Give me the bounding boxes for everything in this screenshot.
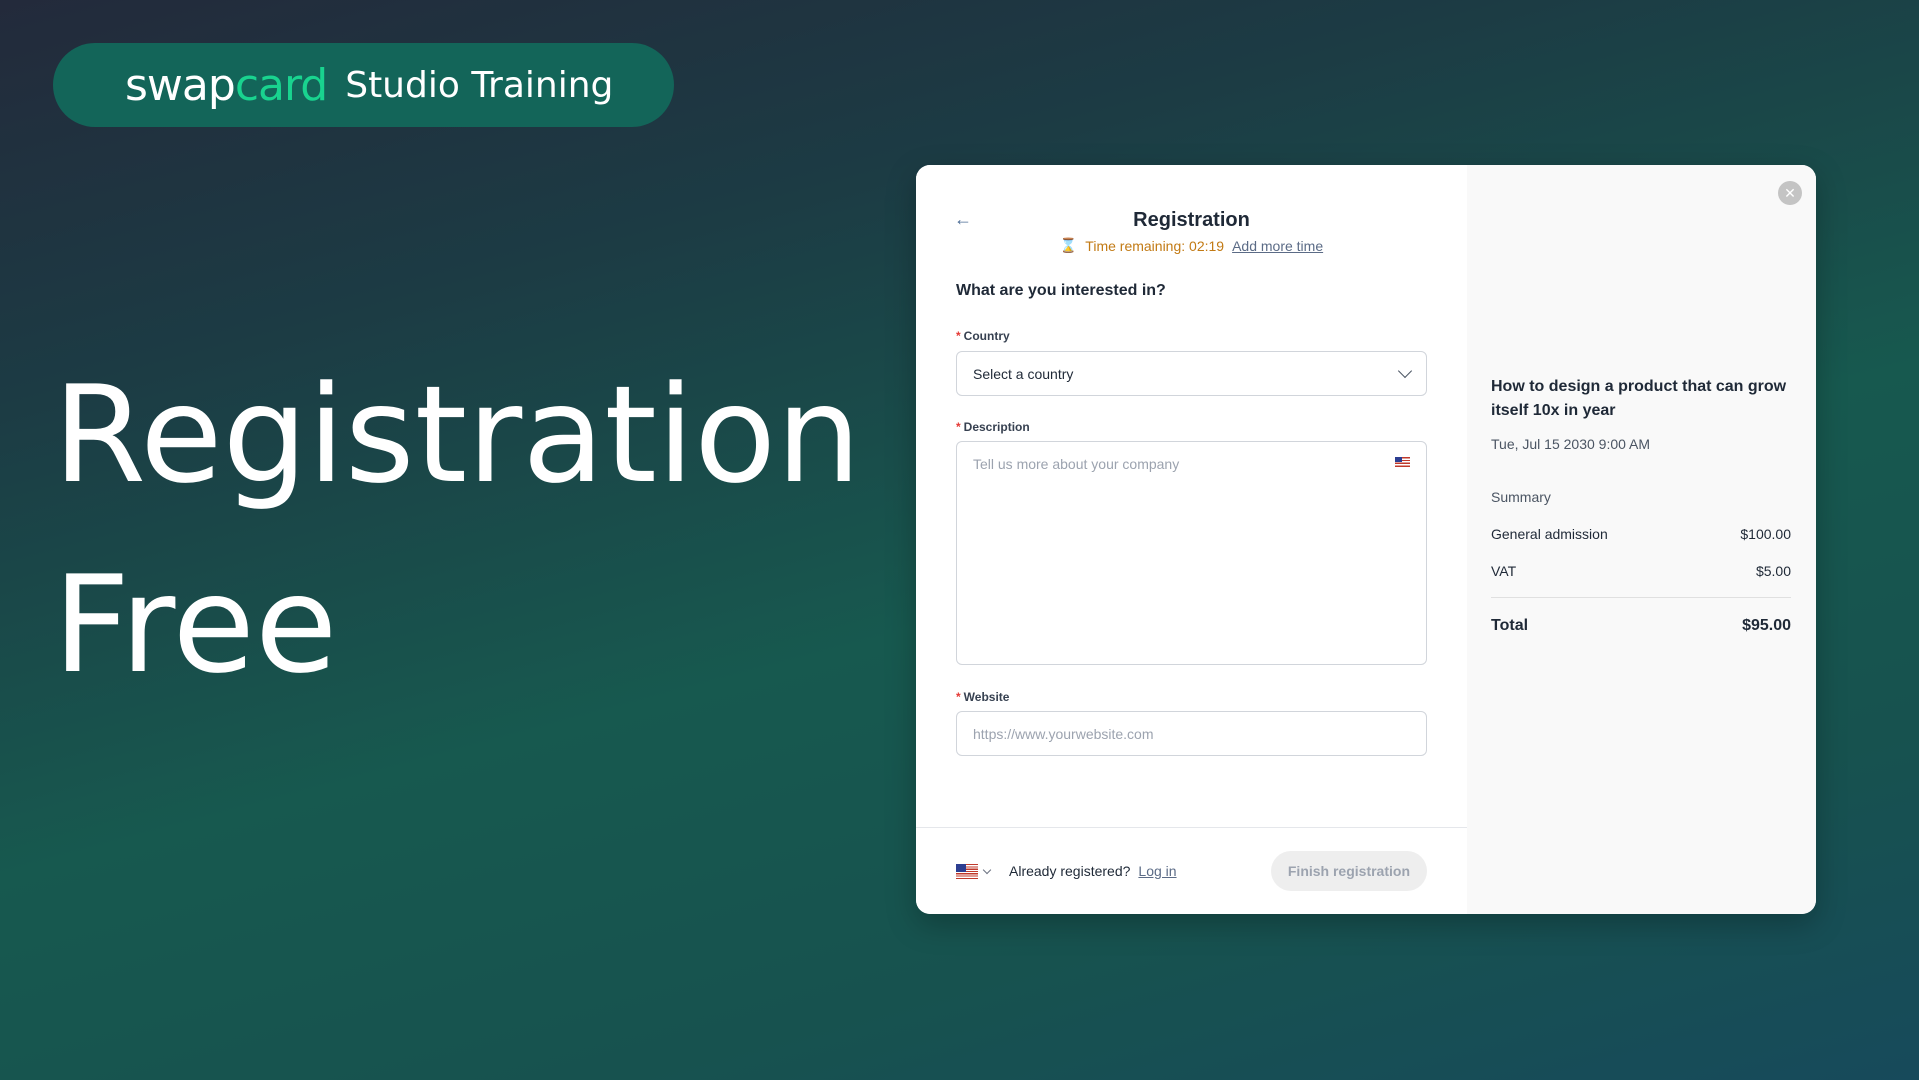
modal-footer: Already registered? Log in Finish regist…	[916, 827, 1467, 914]
line-item-amount: $5.00	[1755, 563, 1791, 579]
logo-text-main: swap	[125, 59, 236, 111]
login-link[interactable]: Log in	[1138, 863, 1176, 879]
chevron-down-icon	[1397, 363, 1413, 379]
website-label-text: Website	[963, 690, 1010, 704]
finish-registration-button[interactable]: Finish registration	[1270, 851, 1427, 891]
timer-text: Time remaining: 02:19	[1085, 237, 1225, 254]
description-placeholder: Tell us more about your company	[973, 456, 1180, 472]
already-registered-text: Already registered?	[1009, 863, 1131, 879]
add-more-time-link[interactable]: Add more time	[1232, 238, 1323, 254]
website-label: * Website	[956, 690, 1009, 704]
event-title: How to design a product that can grow it…	[1491, 378, 1787, 419]
total-amount: $95.00	[1742, 617, 1791, 634]
section-question: What are you interested in?	[956, 282, 1166, 299]
swapcard-logo: swap card	[125, 59, 328, 111]
summary-divider	[1491, 597, 1791, 598]
close-icon[interactable]: ✕	[1778, 181, 1802, 205]
line-item-amount: $100.00	[1740, 526, 1791, 542]
website-input[interactable]: https://www.yourwebsite.com	[956, 711, 1427, 756]
order-summary-pane: ✕ How to design a product that can grow …	[1467, 165, 1816, 914]
registration-modal: ← Registration ⌛ Time remaining: 02:19 A…	[916, 165, 1816, 914]
required-marker: *	[956, 690, 961, 704]
description-label-text: Description	[963, 420, 1030, 434]
summary-line-item: VAT $5.00	[1491, 563, 1791, 579]
chevron-down-icon	[982, 865, 992, 874]
country-select[interactable]: Select a country	[956, 351, 1427, 396]
modal-title: Registration	[1133, 209, 1250, 231]
total-label: Total	[1491, 617, 1529, 634]
country-label-text: Country	[963, 329, 1010, 343]
language-selector[interactable]	[956, 863, 992, 879]
hero-line-2: Free	[53, 547, 338, 703]
summary-total: Total $95.00	[1491, 617, 1791, 635]
hero-line-1: Registration	[53, 357, 862, 513]
required-marker: *	[956, 329, 961, 343]
country-label: * Country	[956, 329, 1010, 343]
event-date: Tue, Jul 15 2030 9:00 AM	[1491, 436, 1651, 452]
brand-title: Studio Training	[345, 64, 614, 106]
line-item-label: VAT	[1491, 563, 1517, 579]
us-flag-icon	[956, 863, 978, 879]
summary-line-item: General admission $100.00	[1491, 526, 1791, 542]
required-marker: *	[956, 420, 961, 434]
brand-header: swap card Studio Training	[53, 43, 674, 127]
description-textarea[interactable]: Tell us more about your company	[956, 441, 1427, 665]
timer-row: ⌛ Time remaining: 02:19 Add more time	[916, 237, 1467, 254]
summary-heading: Summary	[1491, 489, 1551, 505]
us-flag-icon[interactable]	[1395, 457, 1410, 467]
registration-form: ← Registration ⌛ Time remaining: 02:19 A…	[916, 165, 1467, 914]
logo-text-accent: card	[234, 59, 328, 111]
hero-heading: Registration Free	[53, 340, 861, 720]
country-select-value: Select a country	[973, 365, 1074, 382]
line-item-label: General admission	[1491, 526, 1608, 542]
website-placeholder: https://www.yourwebsite.com	[973, 725, 1154, 742]
description-label: * Description	[956, 420, 1030, 434]
hourglass-icon: ⌛	[1059, 237, 1078, 253]
